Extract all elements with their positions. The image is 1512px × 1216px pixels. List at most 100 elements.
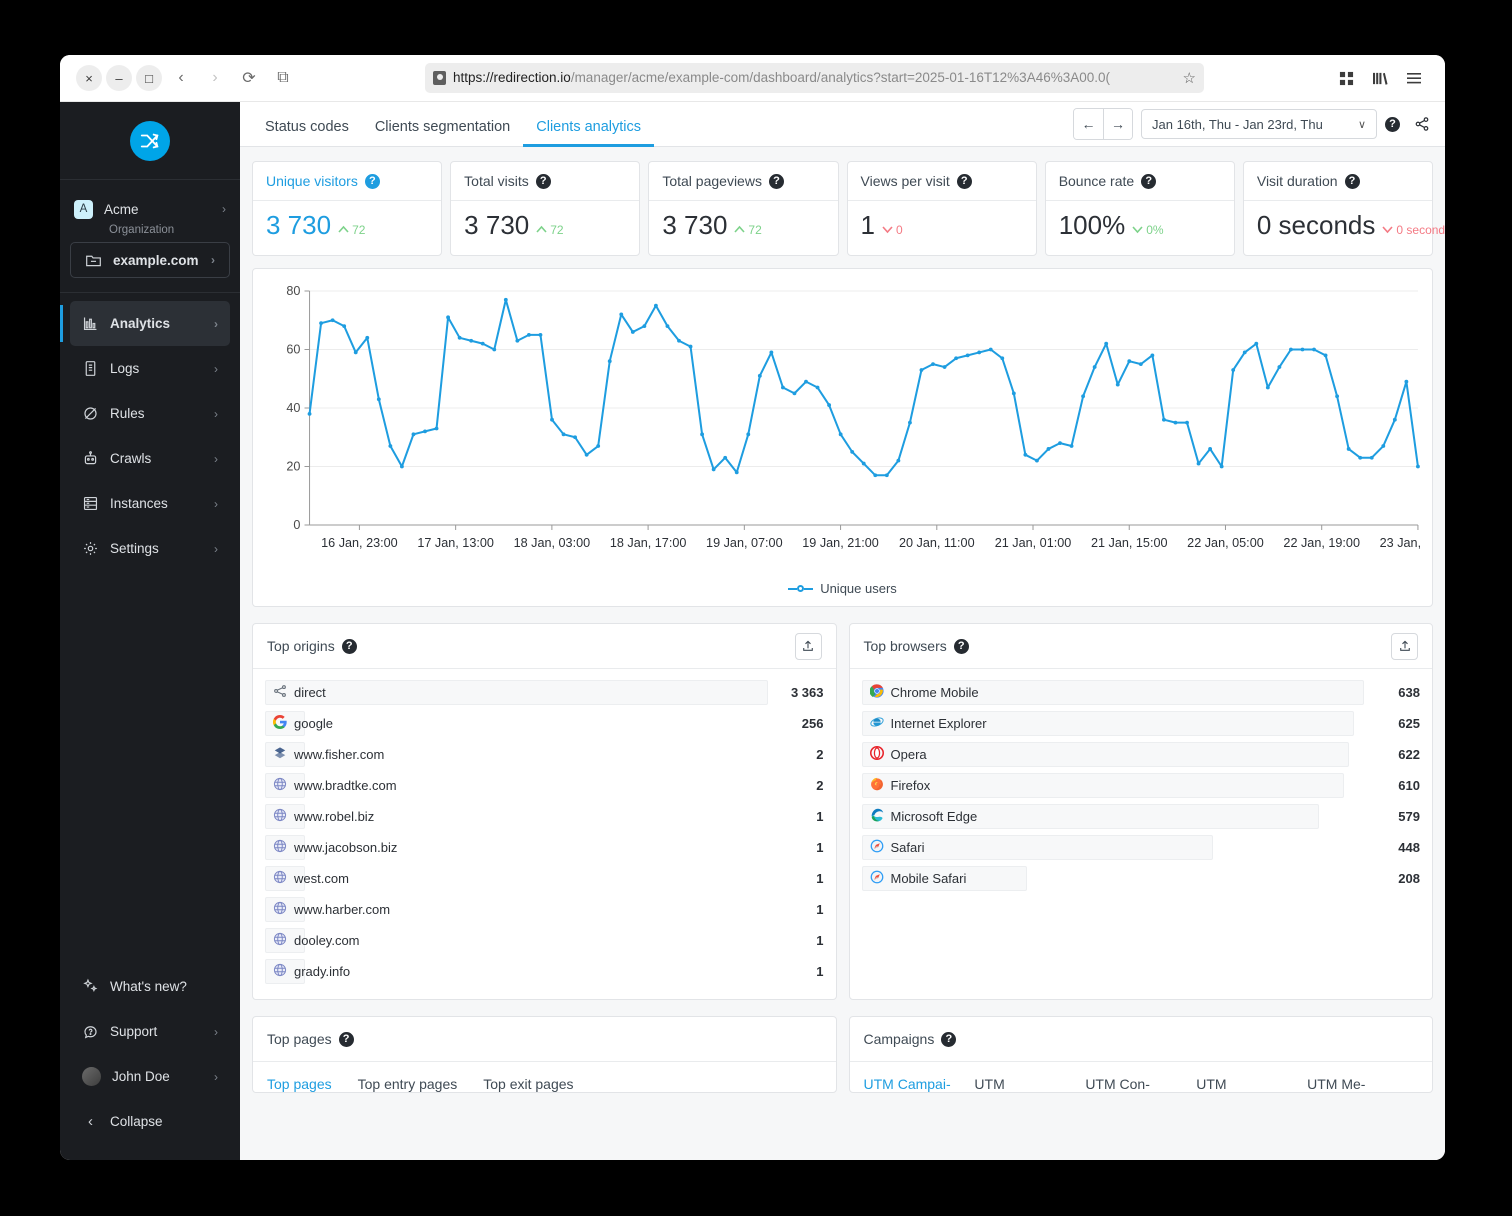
bar-label: www.harber.com xyxy=(294,902,391,917)
library-books-icon[interactable] xyxy=(1365,63,1395,93)
new-tab-button[interactable]: ⧉ xyxy=(268,63,298,93)
tab-clients-segmentation[interactable]: Clients segmentation xyxy=(362,119,523,146)
bar-track: Firefox xyxy=(861,773,1365,798)
bar-row[interactable]: google 256 xyxy=(265,708,824,739)
bar-row[interactable]: dooley.com 1 xyxy=(265,925,824,956)
sidebar-collapse-button[interactable]: ‹ Collapse xyxy=(70,1099,230,1144)
campaign-column-header[interactable]: UTM Me- xyxy=(1307,1076,1418,1092)
bar-row[interactable]: www.harber.com 1 xyxy=(265,894,824,925)
bar-row[interactable]: direct 3 363 xyxy=(265,677,824,708)
sidebar-item-whats-new[interactable]: What's new? xyxy=(70,964,230,1009)
sidebar-item-organization[interactable]: A Acme › xyxy=(60,190,240,228)
bar-label-group: Microsoft Edge xyxy=(870,804,977,829)
kpi-body: 100% 0% xyxy=(1046,201,1234,255)
kpi-delta-value: 0 xyxy=(895,222,903,237)
help-icon[interactable]: ? xyxy=(1344,173,1360,189)
help-icon[interactable]: ? xyxy=(953,638,969,654)
tab-clients-analytics[interactable]: Clients analytics xyxy=(523,119,654,147)
window-minimize-button[interactable]: – xyxy=(106,65,132,91)
export-button[interactable] xyxy=(1391,632,1418,660)
share-button[interactable] xyxy=(1408,109,1435,139)
redirection-logo-icon[interactable] xyxy=(130,120,170,161)
campaign-column-header[interactable]: UTM xyxy=(974,1076,1085,1092)
chevron-right-icon: › xyxy=(214,1069,218,1084)
sidebar-item-rules[interactable]: Rules › xyxy=(70,391,230,436)
chevron-right-icon: › xyxy=(214,496,218,511)
subtab-top-pages[interactable]: Top pages xyxy=(267,1076,332,1092)
bar-row[interactable]: west.com 1 xyxy=(265,863,824,894)
chart-area[interactable]: 0 20 40 60 80 16 Jan, 23:00 17 Jan, 13:00 18 Ja… xyxy=(261,281,1445,571)
google-icon xyxy=(272,714,287,732)
url-path: /manager/acme/example-com/dashboard/anal… xyxy=(570,70,1110,85)
bar-row[interactable]: www.jacobson.biz 1 xyxy=(265,832,824,863)
bar-label: west.com xyxy=(294,871,349,886)
date-prev-button[interactable]: ← xyxy=(1074,109,1103,139)
bar-row[interactable]: www.fisher.com 2 xyxy=(265,739,824,770)
site-selector[interactable]: example.com › xyxy=(70,242,230,278)
sidebar-item-support[interactable]: Support › xyxy=(70,1009,230,1054)
bookmark-star-icon[interactable]: ☆ xyxy=(1183,69,1196,87)
bar-row[interactable]: Internet Explorer 625 xyxy=(861,708,1420,739)
share-node-icon xyxy=(273,684,287,701)
url-bar[interactable]: https://redirection.io/manager/acme/exam… xyxy=(425,63,1204,93)
sidebar-item-logs[interactable]: Logs › xyxy=(70,346,230,391)
chevron-right-icon: › xyxy=(214,316,218,331)
date-range-select[interactable]: Jan 16th, Thu - Jan 23rd, Thu ∨ xyxy=(1141,109,1377,139)
bar-row[interactable]: Firefox 610 xyxy=(861,770,1420,801)
bar-value: 579 xyxy=(1398,809,1420,824)
help-icon[interactable]: ? xyxy=(768,173,784,189)
campaign-column-header[interactable]: UTM xyxy=(1196,1076,1307,1092)
back-button[interactable]: ‹ xyxy=(166,63,196,93)
kpi-value: 3 730 xyxy=(662,210,728,240)
sidebar-item-site[interactable]: example.com › xyxy=(71,243,229,277)
date-range-controls: ← → Jan 16th, Thu - Jan 23rd, Thu ∨ ? xyxy=(1073,108,1435,140)
campaign-column-header[interactable]: UTM Campai- xyxy=(864,1076,975,1092)
svg-text:60: 60 xyxy=(286,343,300,357)
kpi-header: Views per visit ? xyxy=(847,162,1036,201)
forward-button[interactable]: › xyxy=(200,63,230,93)
tab-status-codes[interactable]: Status codes xyxy=(252,119,362,146)
subtab-top-entry-pages[interactable]: Top entry pages xyxy=(358,1076,458,1092)
sidebar-item-label: Settings xyxy=(110,541,159,556)
line-chart: 0 20 40 60 80 16 Jan, 23:00 17 Jan, 13:00 18 Ja… xyxy=(286,284,1445,550)
window-maximize-button[interactable]: □ xyxy=(136,65,162,91)
sidebar-item-user[interactable]: John Doe › xyxy=(70,1054,230,1099)
date-help-icon[interactable]: ? xyxy=(1385,116,1400,132)
help-icon[interactable]: ? xyxy=(941,1031,957,1047)
reload-button[interactable]: ⟳ xyxy=(234,63,264,93)
help-icon[interactable]: ? xyxy=(956,173,972,189)
date-next-button[interactable]: → xyxy=(1103,109,1132,139)
export-button[interactable] xyxy=(794,632,822,660)
top-origins-panel: Top origins ? direct 3 363 google 256 www.fi… xyxy=(252,623,837,1000)
extensions-grid-icon[interactable] xyxy=(1331,63,1361,93)
bar-row[interactable]: Chrome Mobile 638 xyxy=(861,677,1420,708)
sidebar-item-instances[interactable]: Instances › xyxy=(70,481,230,526)
help-icon[interactable]: ? xyxy=(535,173,551,189)
bar-track: Internet Explorer xyxy=(861,711,1365,736)
bar-row[interactable]: www.bradtke.com 2 xyxy=(265,770,824,801)
sidebar-item-crawls[interactable]: Crawls › xyxy=(70,436,230,481)
folder-icon xyxy=(85,252,102,269)
bar-value: 622 xyxy=(1398,747,1420,762)
bar-row[interactable]: grady.info 1 xyxy=(265,956,824,987)
hamburger-menu-icon[interactable] xyxy=(1399,63,1429,93)
lock-icon xyxy=(433,71,446,85)
bar-track: west.com xyxy=(265,866,768,891)
help-icon[interactable]: ? xyxy=(1141,173,1157,189)
campaign-column-header[interactable]: UTM Con- xyxy=(1085,1076,1196,1092)
window-close-button[interactable]: × xyxy=(76,65,102,91)
help-icon[interactable]: ? xyxy=(364,173,380,189)
subtab-top-exit-pages[interactable]: Top exit pages xyxy=(483,1076,573,1092)
sidebar-item-analytics[interactable]: Analytics › xyxy=(60,301,230,346)
bar-row[interactable]: Microsoft Edge 579 xyxy=(861,801,1420,832)
bar-row[interactable]: Opera 622 xyxy=(861,739,1420,770)
bar-row[interactable]: Safari 448 xyxy=(861,832,1420,863)
panel-header: Top origins ? xyxy=(253,624,836,669)
chevron-down-icon: ∨ xyxy=(1357,118,1366,131)
bar-row[interactable]: Mobile Safari 208 xyxy=(861,863,1420,894)
bar-value: 448 xyxy=(1398,840,1420,855)
help-icon[interactable]: ? xyxy=(341,638,357,654)
bar-row[interactable]: www.robel.biz 1 xyxy=(265,801,824,832)
help-icon[interactable]: ? xyxy=(338,1031,354,1047)
sidebar-item-settings[interactable]: Settings › xyxy=(70,526,230,571)
